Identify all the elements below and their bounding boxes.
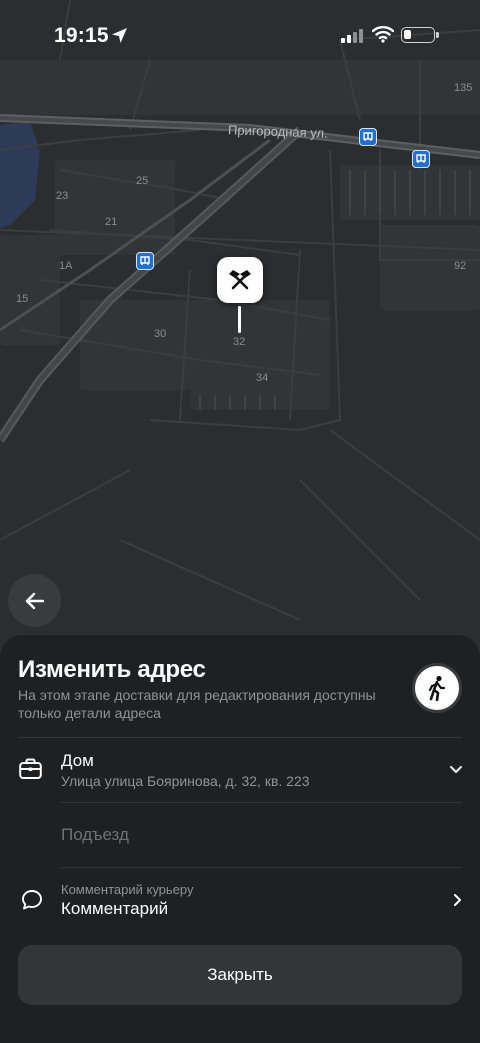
bus-stop-icon[interactable] bbox=[136, 252, 154, 270]
house-number: 92 bbox=[454, 260, 467, 272]
sheet-subtitle: На этом этапе доставки для редактировани… bbox=[18, 687, 376, 721]
sheet-title: Изменить адрес bbox=[18, 656, 206, 683]
house-number: 15 bbox=[16, 293, 29, 305]
walk-button[interactable] bbox=[412, 663, 462, 713]
status-time: 19:15 bbox=[54, 24, 109, 47]
divider bbox=[61, 867, 462, 868]
comment-value[interactable]: Комментарий bbox=[61, 899, 168, 919]
bus-stop-icon[interactable] bbox=[359, 128, 377, 146]
house-number: 30 bbox=[154, 328, 167, 340]
cellular-signal-icon bbox=[341, 29, 363, 43]
address-line[interactable]: Улица улица Бояринова, д. 32, кв. 223 bbox=[61, 773, 310, 789]
location-arrow-icon bbox=[112, 28, 127, 43]
map[interactable]: Пригородная ул. 135 25 23 21 1А 15 30 32… bbox=[0, 0, 480, 680]
divider bbox=[18, 737, 462, 738]
wifi-icon bbox=[372, 26, 394, 43]
house-number: 135 bbox=[454, 82, 473, 94]
house-number: 1А bbox=[59, 260, 73, 272]
bus-stop-icon[interactable] bbox=[412, 150, 430, 168]
back-button[interactable] bbox=[8, 574, 61, 627]
briefcase-icon bbox=[19, 758, 42, 779]
address-title[interactable]: Дом bbox=[61, 751, 94, 771]
entrance-input[interactable]: Подъезд bbox=[61, 825, 129, 845]
battery-icon bbox=[401, 27, 439, 43]
chevron-down-icon[interactable] bbox=[449, 765, 463, 775]
divider bbox=[61, 802, 462, 803]
house-number: 23 bbox=[56, 190, 69, 202]
house-number: 34 bbox=[256, 372, 269, 384]
map-pin[interactable] bbox=[217, 257, 263, 303]
close-button[interactable]: Закрыть bbox=[18, 945, 462, 1005]
screen: Пригородная ул. 135 25 23 21 1А 15 30 32… bbox=[0, 0, 480, 1043]
speech-bubble-icon bbox=[22, 890, 42, 910]
house-number: 21 bbox=[105, 216, 118, 228]
arrow-left-icon bbox=[25, 592, 44, 609]
walking-person-icon bbox=[428, 675, 446, 701]
house-number: 25 bbox=[136, 175, 149, 187]
map-pin-stick bbox=[238, 306, 241, 333]
status-bar: 19:15 bbox=[0, 0, 480, 70]
house-number: 32 bbox=[233, 336, 246, 348]
chevron-right-icon[interactable] bbox=[453, 893, 463, 907]
comment-label: Комментарий курьеру bbox=[61, 882, 194, 897]
edit-address-sheet: Изменить адрес На этом этапе доставки дл… bbox=[0, 635, 480, 1043]
crossed-hammers-icon bbox=[229, 270, 251, 290]
